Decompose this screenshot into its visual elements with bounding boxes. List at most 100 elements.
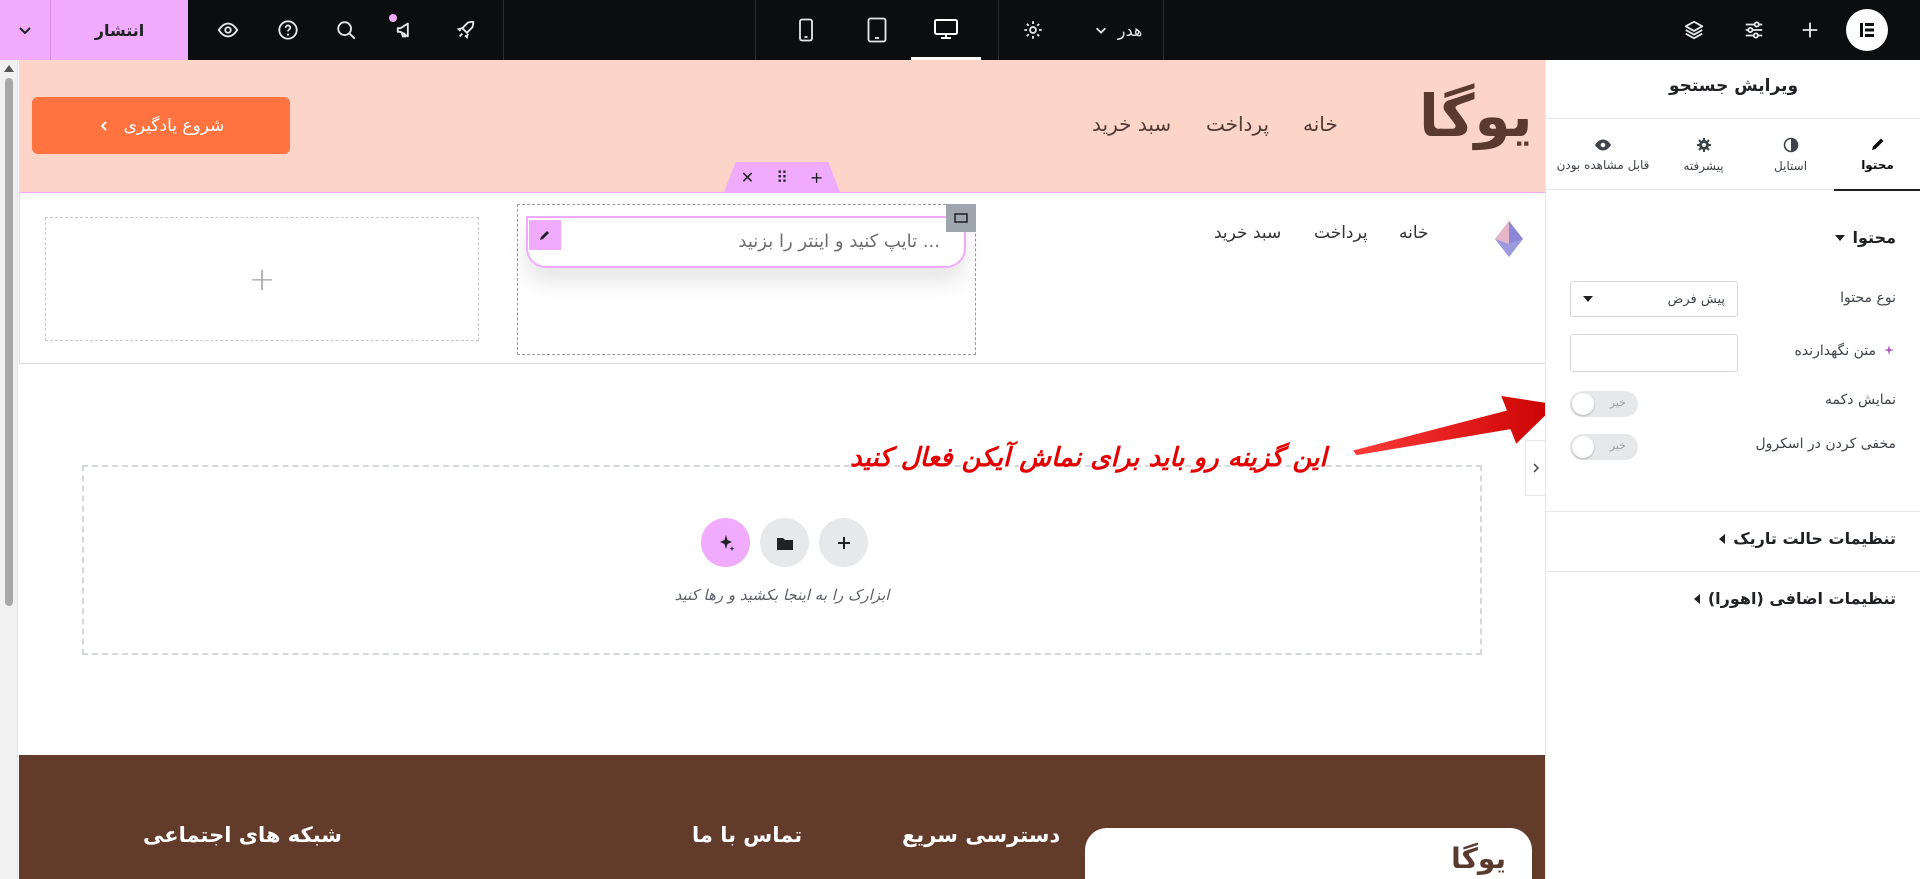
help-icon <box>278 20 298 40</box>
tab-advanced[interactable]: پیشرفته <box>1660 119 1747 191</box>
panel-tabs: محتوا استایل پیشرفته قابل مشاهده بودن <box>1546 118 1920 191</box>
notification-dot <box>389 14 397 22</box>
plus-icon <box>837 536 850 549</box>
tab-style[interactable]: استایل <box>1747 119 1834 191</box>
plus-icon[interactable]: + <box>810 168 823 187</box>
divider <box>755 0 756 60</box>
ai-button[interactable] <box>701 518 750 567</box>
sliders-icon <box>1745 21 1763 39</box>
chevron-right-icon <box>1532 463 1539 473</box>
divider <box>998 0 999 60</box>
scroll-up-arrow[interactable] <box>4 65 14 72</box>
toggle-knob <box>1572 393 1594 415</box>
section-extra-settings-label: تنظیمات اضافی (اهورا) <box>1707 589 1896 608</box>
structure-button[interactable] <box>1674 0 1714 60</box>
chevron-down-icon <box>1095 27 1106 34</box>
panel-title: ویرایش جستجو <box>1668 76 1799 96</box>
section-dark-mode-label: تنظیمات حالت تاریک <box>1733 529 1896 548</box>
desktop-icon <box>934 18 958 39</box>
notifications-button[interactable] <box>386 0 426 60</box>
search-button[interactable] <box>326 0 366 60</box>
mobile-icon <box>799 18 813 42</box>
mobile-view-button[interactable] <box>786 0 826 60</box>
column-icon <box>954 213 968 223</box>
chevron-down-icon <box>19 27 31 35</box>
close-icon[interactable]: ✕ <box>741 168 754 187</box>
canvas-scrollbar[interactable] <box>0 60 18 879</box>
search-widget[interactable]: تایپ کنید و اینتر را بزنید ... <box>526 216 966 268</box>
sparkles-icon <box>719 534 735 551</box>
nav-link-checkout[interactable]: پرداخت <box>1314 223 1368 243</box>
content-type-label: نوع محتوا <box>1840 290 1896 306</box>
settings-panel: ویرایش جستجو محتوا استایل پیشرفته قابل م… <box>1545 60 1920 879</box>
footer-brand: یوگا <box>1451 842 1506 875</box>
add-element-button[interactable] <box>1790 0 1830 60</box>
header-row-section[interactable]: + تایپ کنید و اینتر را بزنید ... خانه پر… <box>19 192 1545 364</box>
placeholder-text-label: متن نگهدارنده <box>1794 343 1877 359</box>
section-content-label: محتوا <box>1852 228 1896 247</box>
eye-icon <box>1595 139 1611 151</box>
search-widget-column[interactable]: تایپ کنید و اینتر را بزنید ... <box>517 204 976 355</box>
add-section-dropzone[interactable]: ابزارک را به اینجا بکشید و رها کنید <box>82 465 1482 655</box>
diamond-logo-icon[interactable] <box>1494 220 1524 258</box>
nav-link-cart[interactable]: سبد خرید <box>1214 223 1281 243</box>
elementor-logo-icon <box>1860 23 1874 37</box>
ai-sparkle-icon[interactable] <box>1882 344 1896 358</box>
site-settings-sliders-button[interactable] <box>1734 0 1774 60</box>
nav-link-home[interactable]: خانه <box>1399 223 1429 243</box>
drag-handle-icon[interactable]: ⠿ <box>776 168 788 187</box>
site-brand[interactable]: یوگا <box>1419 82 1533 150</box>
help-button[interactable] <box>268 0 308 60</box>
elementor-logo[interactable] <box>1846 9 1888 51</box>
show-button-toggle[interactable]: خیر <box>1570 391 1638 417</box>
tab-visibility[interactable]: قابل مشاهده بودن <box>1546 119 1660 191</box>
placeholder-text-row: متن نگهدارنده <box>1795 343 1897 359</box>
pencil-icon <box>540 231 549 240</box>
add-section-button[interactable] <box>819 518 868 567</box>
tablet-view-button[interactable] <box>857 0 897 60</box>
template-library-button[interactable] <box>760 518 809 567</box>
tablet-icon <box>867 17 887 43</box>
eye-icon <box>217 22 239 38</box>
caret-left-icon <box>1693 593 1700 604</box>
folder-icon <box>776 537 793 550</box>
tab-content[interactable]: محتوا <box>1834 119 1920 191</box>
scrollbar-thumb[interactable] <box>5 78 13 606</box>
section-content-toggle[interactable]: محتوا <box>1834 228 1896 247</box>
section-extra-settings-toggle[interactable]: تنظیمات اضافی (اهورا) <box>1693 589 1896 608</box>
content-type-select[interactable]: پیش فرض <box>1570 281 1738 317</box>
column-handle[interactable] <box>946 204 976 232</box>
footer-brand-card: یوگا <box>1085 828 1532 879</box>
publish-button[interactable]: انتشار <box>51 0 188 60</box>
search-icon <box>337 21 356 40</box>
panel-collapse-button[interactable] <box>1525 440 1545 496</box>
content-type-value: پیش فرض <box>1667 291 1725 307</box>
chevron-left-icon <box>100 120 107 131</box>
publish-options-button[interactable] <box>0 0 50 60</box>
divider <box>1546 571 1920 572</box>
editor-canvas: یوگا خانه پرداخت سبد خرید شروع یادگیری ✕… <box>0 60 1545 879</box>
site-settings-button[interactable] <box>446 0 486 60</box>
preview-button[interactable] <box>208 0 248 60</box>
half-circle-icon <box>1783 137 1798 153</box>
nav-link-cart[interactable]: سبد خرید <box>1092 112 1171 136</box>
page-settings-button[interactable] <box>1013 0 1053 60</box>
gear-icon <box>1696 138 1711 152</box>
document-selector[interactable]: هدر <box>1068 0 1168 60</box>
start-learning-button[interactable]: شروع یادگیری <box>32 97 290 154</box>
nav-link-checkout[interactable]: پرداخت <box>1206 112 1269 136</box>
rocket-icon <box>456 20 475 40</box>
hide-on-scroll-toggle[interactable]: خیر <box>1570 434 1638 460</box>
divider <box>1546 511 1920 512</box>
placeholder-text-input[interactable] <box>1570 334 1738 372</box>
footer-heading-social: شبکه های اجتماعی <box>143 823 342 847</box>
nav-link-home[interactable]: خانه <box>1303 112 1338 136</box>
desktop-view-button[interactable] <box>911 0 981 60</box>
caret-down-icon <box>1834 234 1845 241</box>
hero-header-section[interactable]: یوگا خانه پرداخت سبد خرید شروع یادگیری ✕… <box>19 60 1545 192</box>
section-dark-mode-toggle[interactable]: تنظیمات حالت تاریک <box>1719 529 1896 548</box>
footer-heading-quick-links: دسترسی سریع <box>902 823 1061 847</box>
dropzone-buttons <box>701 518 868 567</box>
edit-widget-button[interactable] <box>529 220 561 250</box>
empty-column-add[interactable]: + <box>45 217 479 341</box>
